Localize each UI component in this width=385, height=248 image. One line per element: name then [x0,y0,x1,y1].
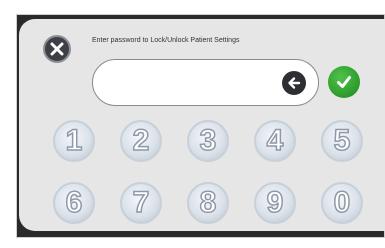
key-label: 4 [266,124,284,157]
checkmark-icon [337,76,351,88]
key-label: 6 [65,186,83,219]
key-label: 7 [132,186,150,219]
close-button[interactable] [43,35,71,63]
key-label: 1 [65,124,83,157]
close-icon [50,42,64,56]
key-label: 8 [199,186,217,219]
backspace-arrow-icon [288,77,301,89]
key-label: 3 [199,124,217,157]
key-9[interactable]: 9 [254,182,296,224]
key-label: 0 [333,186,351,219]
key-5[interactable]: 5 [321,120,363,162]
key-label: 2 [132,124,150,157]
key-label: 5 [333,124,351,157]
key-6[interactable]: 6 [53,182,95,224]
backspace-button[interactable] [282,71,306,95]
key-2[interactable]: 2 [120,120,162,162]
key-0[interactable]: 0 [321,182,363,224]
key-7[interactable]: 7 [120,182,162,224]
key-4[interactable]: 4 [254,120,296,162]
key-3[interactable]: 3 [187,120,229,162]
confirm-button[interactable] [328,66,360,98]
key-1[interactable]: 1 [53,120,95,162]
key-8[interactable]: 8 [187,182,229,224]
password-prompt: Enter password to Lock/Unlock Patient Se… [92,37,240,44]
key-label: 9 [266,186,284,219]
